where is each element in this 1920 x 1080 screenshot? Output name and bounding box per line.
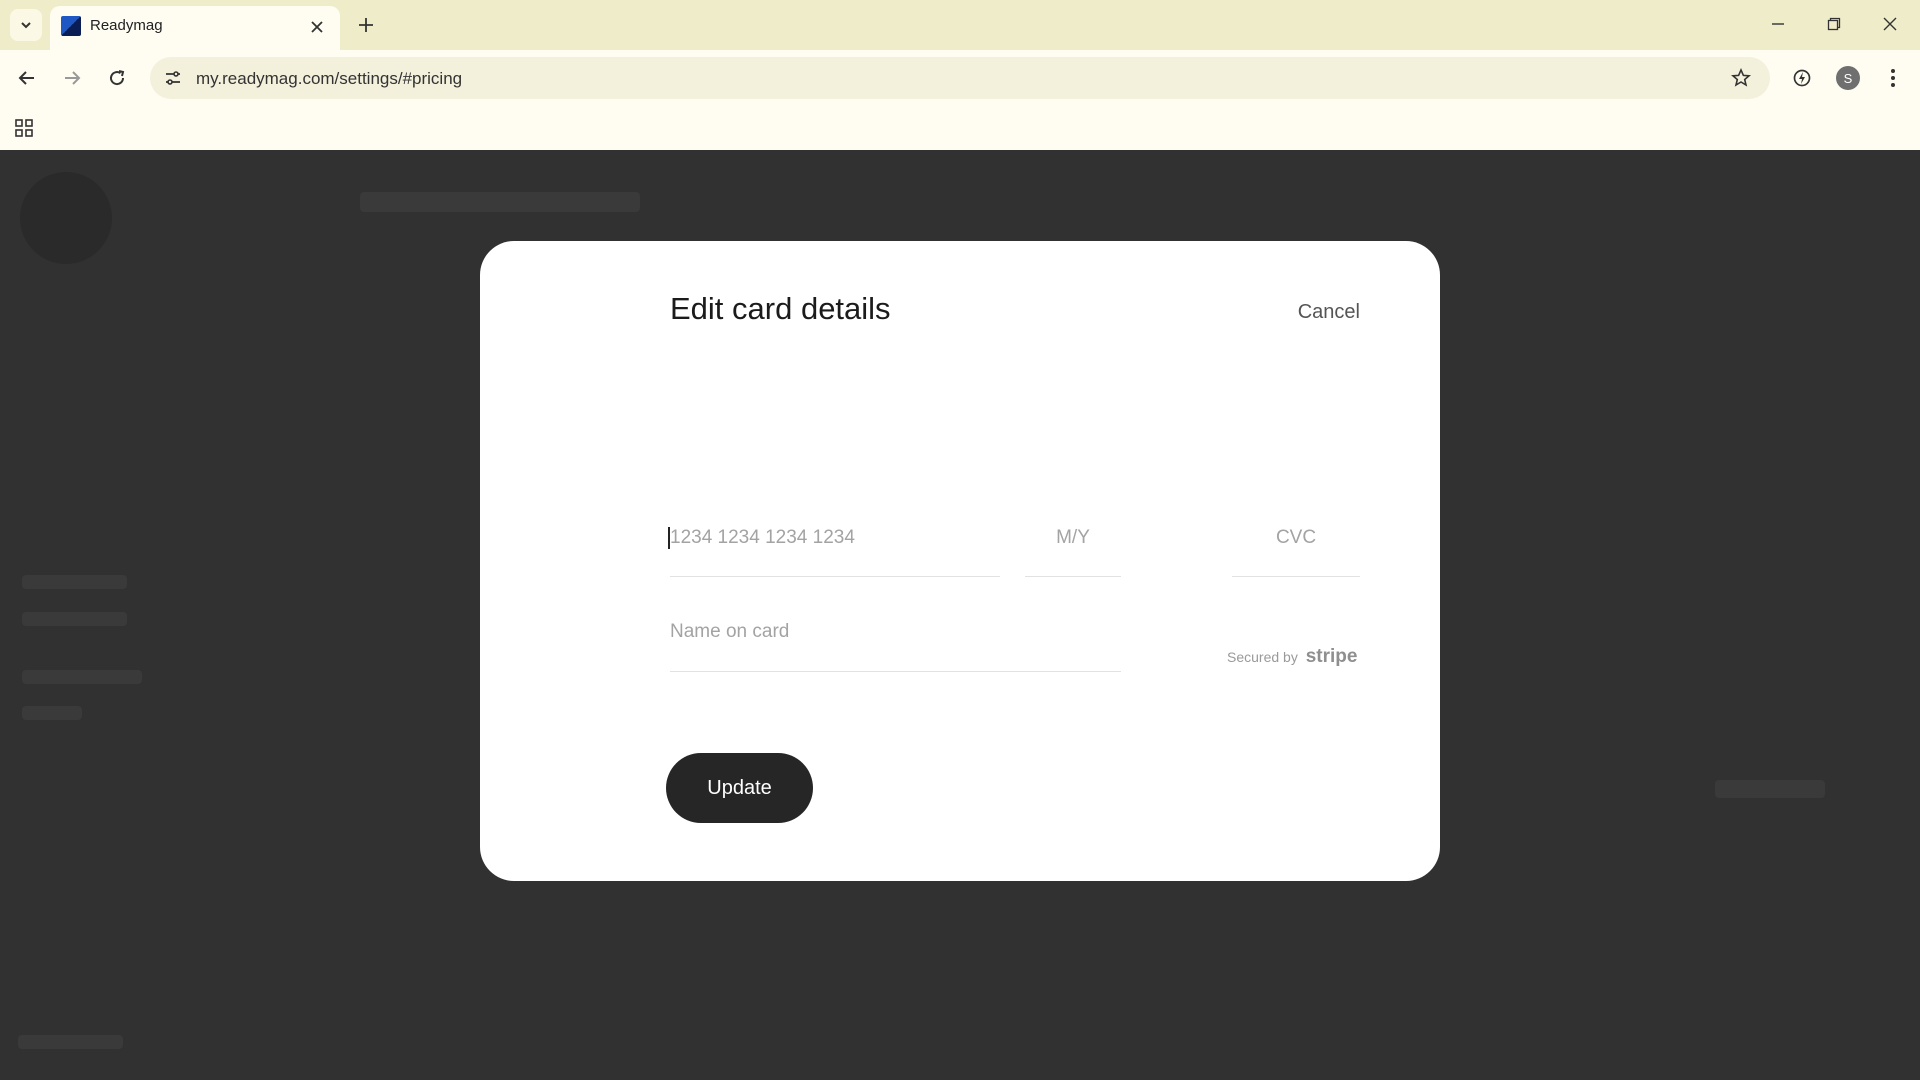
browser-menu-button[interactable] (1877, 62, 1909, 94)
browser-tab-strip: Readymag (0, 0, 1920, 50)
cvc-placeholder: CVC (1275, 527, 1317, 548)
reload-button[interactable] (101, 62, 133, 94)
secured-by-stripe: Secured by stripe (1227, 646, 1357, 668)
restore-icon (1827, 17, 1841, 31)
minimize-icon (1772, 23, 1784, 25)
close-window-button[interactable] (1870, 8, 1910, 40)
reload-icon (110, 70, 125, 86)
close-icon (311, 21, 323, 33)
restore-button[interactable] (1814, 8, 1854, 40)
plus-icon (359, 18, 373, 32)
card-number-field[interactable]: 1234 1234 1234 1234 (668, 519, 1000, 577)
browser-tab[interactable]: Readymag (50, 6, 340, 50)
arrow-right-icon (65, 71, 81, 85)
tune-icon (166, 71, 180, 85)
readymag-favicon-icon (61, 16, 81, 36)
expiry-field[interactable]: M/Y (1025, 519, 1121, 577)
browser-toolbar: my.readymag.com/settings/#pricing S (0, 50, 1920, 106)
update-button[interactable]: Update (666, 753, 813, 823)
sidebar-placeholder (22, 612, 127, 626)
site-info-button[interactable] (160, 65, 186, 91)
page-heading-placeholder (360, 192, 640, 212)
bookmarks-bar (0, 106, 1920, 150)
name-placeholder: Name on card (670, 621, 790, 642)
cvc-field[interactable]: CVC (1232, 519, 1360, 577)
name-on-card-field[interactable]: Name on card (670, 613, 1121, 672)
sidebar-placeholder (22, 706, 82, 720)
sidebar-placeholder (22, 670, 142, 684)
sidebar-placeholder (22, 575, 127, 589)
close-icon (1883, 17, 1897, 31)
tab-title: Readymag (90, 17, 163, 34)
cancel-button[interactable]: Cancel (1298, 301, 1360, 324)
profile-avatar[interactable]: S (1836, 66, 1860, 90)
back-button[interactable] (11, 62, 43, 94)
expiry-placeholder: M/Y (1056, 527, 1090, 548)
extensions-button[interactable] (1786, 62, 1818, 94)
tab-groups-button[interactable] (12, 116, 36, 140)
close-tab-button[interactable] (306, 16, 328, 38)
forward-button[interactable] (56, 62, 88, 94)
edit-card-modal: Edit card details Cancel 1234 1234 1234 … (480, 241, 1440, 881)
chevron-down-icon (21, 22, 31, 29)
text-cursor (668, 527, 670, 549)
modal-title: Edit card details (670, 291, 891, 326)
address-bar[interactable]: my.readymag.com/settings/#pricing (150, 57, 1770, 99)
content-placeholder (1715, 780, 1825, 798)
secured-prefix: Secured by (1227, 649, 1298, 665)
minimize-button[interactable] (1758, 8, 1798, 40)
card-number-placeholder: 1234 1234 1234 1234 (670, 527, 855, 548)
tab-search-button[interactable] (10, 9, 42, 41)
more-vertical-icon (1891, 69, 1895, 87)
user-avatar-placeholder (20, 172, 112, 264)
grid-icon (15, 119, 33, 137)
url-text: my.readymag.com/settings/#pricing (196, 69, 463, 88)
star-icon (1731, 68, 1751, 87)
new-tab-button[interactable] (352, 11, 380, 39)
extension-icon (1793, 69, 1811, 87)
footer-placeholder (18, 1035, 123, 1049)
bookmark-star-button[interactable] (1728, 65, 1754, 91)
arrow-left-icon (18, 71, 34, 85)
stripe-logo: stripe (1305, 646, 1358, 667)
